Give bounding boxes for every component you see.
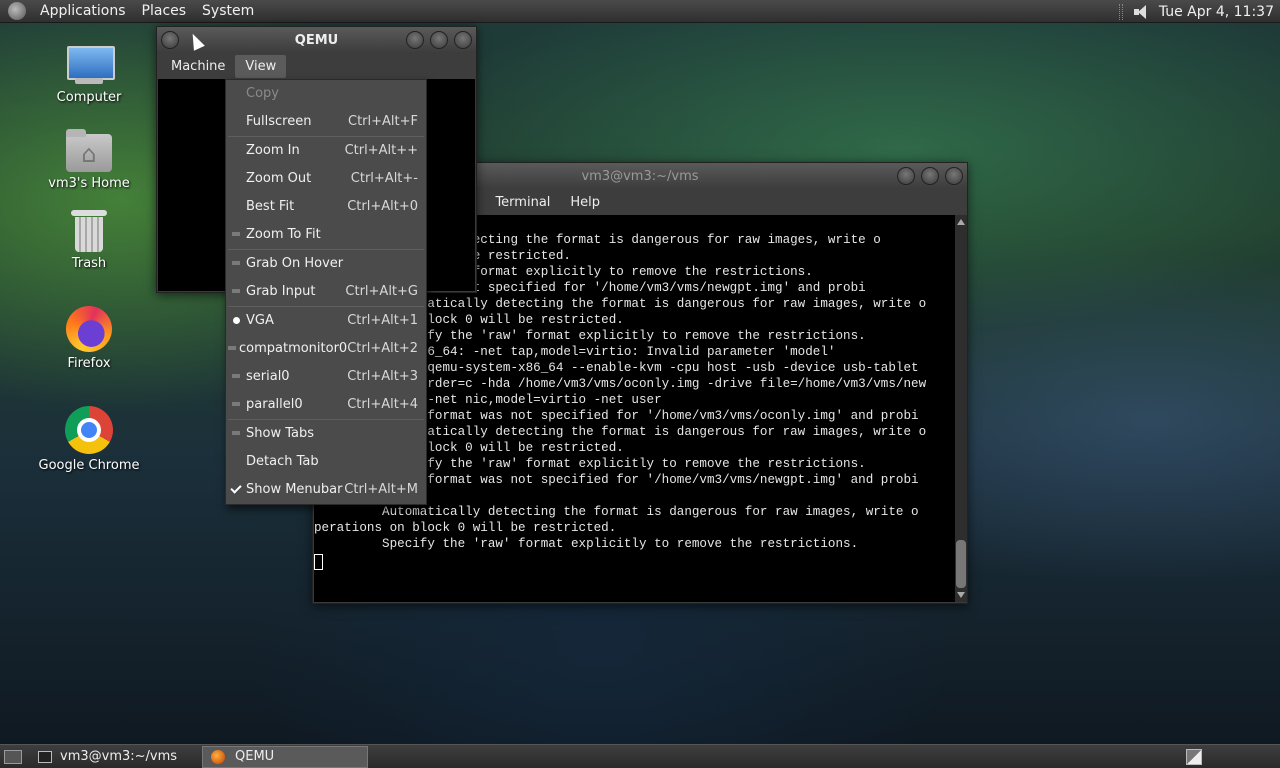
bottom-panel: vm3@vm3:~/vms QEMU: [0, 744, 1280, 768]
minimize-button[interactable]: [406, 31, 424, 49]
menu-item-best-fit[interactable]: Best Fit Ctrl+Alt+0: [226, 193, 426, 219]
workspace-switcher-icon[interactable]: [1186, 749, 1202, 765]
top-panel: Applications Places System Tue Apr 4, 11…: [0, 0, 1280, 23]
desktop-icon-label: Google Chrome: [38, 458, 140, 473]
terminal-icon: [38, 750, 52, 763]
desktop-icon-label: Computer: [56, 90, 122, 105]
terminal-cursor: [314, 554, 323, 570]
terminal-line: Specify the 'raw' format explicitly to r…: [314, 537, 859, 551]
show-desktop-icon[interactable]: [4, 749, 22, 764]
menu-item-compatmonitor0[interactable]: compatmonitor0 Ctrl+Alt+2: [226, 335, 426, 361]
menu-item-grab-on-hover[interactable]: Grab On Hover: [226, 250, 426, 276]
terminal-menu-terminal[interactable]: Terminal: [485, 191, 560, 214]
qemu-menubar: Machine View: [157, 53, 476, 79]
checkbox-off-icon: [232, 289, 240, 293]
menu-item-show-tabs[interactable]: Show Tabs: [226, 420, 426, 446]
panel-clock[interactable]: Tue Apr 4, 11:37: [1159, 4, 1280, 20]
menu-item-fullscreen[interactable]: Fullscreen Ctrl+Alt+F: [226, 108, 426, 134]
close-button[interactable]: [945, 167, 963, 185]
qemu-title: QEMU: [294, 32, 339, 48]
checkbox-off-icon: [232, 431, 240, 435]
menu-item-grab-input[interactable]: Grab Input Ctrl+Alt+G: [226, 278, 426, 304]
computer-icon: [65, 46, 115, 86]
menu-item-zoom-in[interactable]: Zoom In Ctrl+Alt++: [226, 137, 426, 163]
radio-unselected-icon: [228, 346, 237, 350]
qemu-menu-machine[interactable]: Machine: [161, 55, 235, 78]
menu-item-vga[interactable]: VGA Ctrl+Alt+1: [226, 307, 426, 333]
menu-item-zoom-to-fit[interactable]: Zoom To Fit: [226, 221, 426, 247]
chrome-icon: [65, 406, 113, 454]
taskbar-item-terminal[interactable]: vm3@vm3:~/vms: [30, 746, 196, 768]
volume-icon[interactable]: [1133, 4, 1151, 20]
desktop-icon-trash[interactable]: Trash: [34, 210, 144, 271]
menu-item-show-menubar[interactable]: Show Menubar Ctrl+Alt+M: [226, 476, 426, 502]
taskbar-item-qemu[interactable]: QEMU: [202, 745, 368, 768]
view-menu-dropdown: Copy Fullscreen Ctrl+Alt+F Zoom In Ctrl+Al…: [225, 79, 427, 505]
menu-item-detach-tab[interactable]: Detach Tab: [226, 448, 426, 474]
menu-item-parallel0[interactable]: parallel0 Ctrl+Alt+4: [226, 391, 426, 417]
desktop-icon-chrome[interactable]: Google Chrome: [34, 406, 144, 473]
maximize-button[interactable]: [921, 167, 939, 185]
terminal-title: vm3@vm3:~/vms: [581, 168, 699, 184]
desktop-icon-home[interactable]: vm3's Home: [34, 129, 144, 191]
scroll-up-arrow-icon[interactable]: [957, 219, 965, 225]
desktop-icon-label: Trash: [71, 256, 107, 271]
checkbox-off-icon: [232, 261, 240, 265]
trash-icon: [71, 210, 107, 252]
terminal-line: perations on block 0 will be restricted.: [314, 521, 617, 535]
desktop-icon-label: vm3's Home: [48, 176, 130, 191]
places-menu[interactable]: Places: [134, 3, 195, 19]
taskbar-item-label: vm3@vm3:~/vms: [60, 749, 178, 764]
top-panel-tray: Tue Apr 4, 11:37: [1118, 0, 1280, 23]
checkmark-icon: [230, 481, 242, 494]
scroll-thumb[interactable]: [956, 540, 966, 588]
applications-menu[interactable]: Applications: [32, 3, 134, 19]
maximize-button[interactable]: [430, 31, 448, 49]
close-button[interactable]: [454, 31, 472, 49]
qemu-titlebar[interactable]: QEMU: [157, 27, 476, 53]
terminal-scrollbar[interactable]: [955, 215, 967, 602]
menu-item-zoom-out[interactable]: Zoom Out Ctrl+Alt+-: [226, 165, 426, 191]
desktop-icon-firefox[interactable]: Firefox: [34, 306, 144, 371]
minimize-button[interactable]: [897, 167, 915, 185]
firefox-icon: [66, 306, 112, 352]
qemu-menu-view[interactable]: View: [235, 54, 287, 78]
window-menu-button[interactable]: [161, 31, 179, 49]
scroll-down-arrow-icon[interactable]: [957, 592, 965, 598]
radio-selected-icon: [232, 316, 240, 324]
home-folder-icon: [66, 129, 112, 172]
desktop-icon-label: Firefox: [67, 356, 111, 371]
qemu-icon: [211, 749, 225, 764]
terminal-prompt: [314, 552, 955, 570]
checkbox-off-icon: [232, 232, 240, 236]
menu-item-serial0[interactable]: serial0 Ctrl+Alt+3: [226, 363, 426, 389]
desktop-icon-computer[interactable]: Computer: [34, 46, 144, 105]
taskbar-item-label: QEMU: [235, 749, 275, 764]
radio-unselected-icon: [232, 402, 240, 406]
distro-logo-icon[interactable]: [8, 2, 26, 20]
terminal-menu-help[interactable]: Help: [560, 191, 610, 214]
panel-grip-icon: [1118, 3, 1123, 20]
menu-item-copy: Copy: [246, 85, 279, 101]
radio-unselected-icon: [232, 374, 240, 378]
terminal-line: Automatically detecting the format is da…: [314, 505, 919, 519]
system-menu[interactable]: System: [194, 3, 262, 19]
